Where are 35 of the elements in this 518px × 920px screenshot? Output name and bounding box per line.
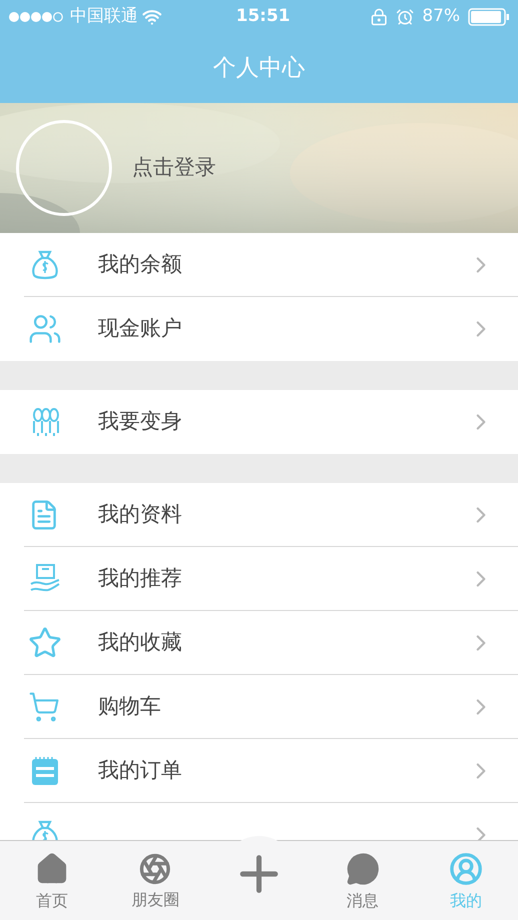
tab[interactable]: 消息 bbox=[310, 848, 414, 913]
menu-label: 购物车 bbox=[98, 692, 161, 720]
message-icon bbox=[346, 852, 380, 886]
nav-title: 个人中心 bbox=[213, 54, 305, 84]
menu-label: 我的资料 bbox=[98, 500, 182, 528]
avatar[interactable] bbox=[16, 120, 112, 216]
menu-item[interactable]: 购物车 bbox=[24, 675, 518, 739]
users-icon bbox=[28, 312, 62, 346]
tab[interactable]: 朋友圈 bbox=[104, 849, 208, 912]
cart-icon bbox=[28, 690, 60, 722]
menu-item[interactable]: 我的推荐 bbox=[24, 547, 518, 611]
profile-icon bbox=[449, 852, 484, 886]
wifi-icon bbox=[142, 7, 162, 27]
carrier-name: 中国联通 bbox=[70, 5, 138, 28]
status-time: 15:51 bbox=[236, 5, 290, 28]
menu-label: 我的收藏 bbox=[98, 628, 182, 656]
signal-icon bbox=[8, 11, 66, 23]
battery-icon bbox=[468, 8, 510, 26]
menu-label: 我的订单 bbox=[98, 756, 182, 784]
menu-label: 我的推荐 bbox=[98, 564, 182, 592]
aperture-icon bbox=[139, 853, 172, 885]
star-icon bbox=[28, 626, 62, 660]
login-link[interactable]: 点击登录 bbox=[132, 152, 216, 184]
alarm-icon bbox=[396, 8, 414, 26]
menu-label: 现金账户 bbox=[98, 315, 182, 342]
battery-percent: 87% bbox=[422, 5, 460, 28]
menu-item[interactable]: 我的余额 bbox=[24, 233, 518, 297]
menu-item[interactable]: 我的资料 bbox=[24, 483, 518, 547]
menu-item[interactable]: 我的收藏 bbox=[24, 611, 518, 675]
menu-label: 我的余额 bbox=[98, 250, 182, 278]
menu-item[interactable]: 现金账户 bbox=[24, 297, 518, 361]
menu-label: 我要变身 bbox=[98, 408, 182, 436]
tab[interactable]: 首页 bbox=[0, 848, 104, 913]
rotation-lock-icon bbox=[370, 8, 388, 26]
menu-item[interactable]: 我的订单 bbox=[24, 739, 518, 803]
